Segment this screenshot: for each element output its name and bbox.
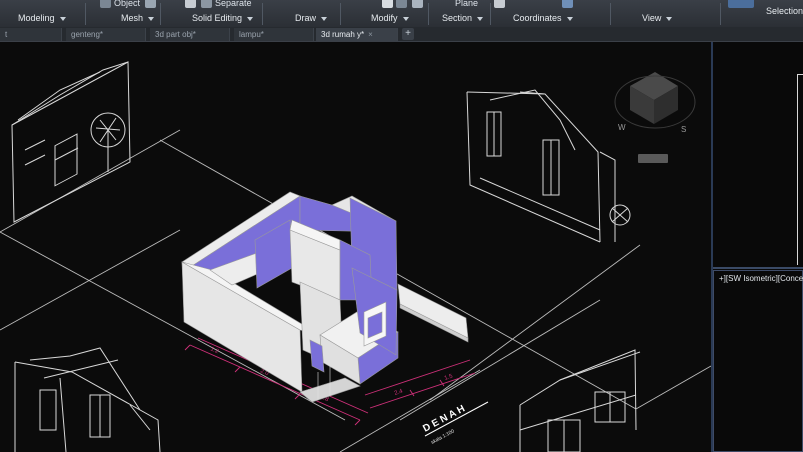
- tab-label: t: [5, 30, 8, 39]
- elevation-lower-left: [14, 347, 161, 452]
- draw-panel[interactable]: Draw: [295, 13, 327, 23]
- tab-genteng[interactable]: genteng*: [66, 28, 146, 41]
- ribbon-separator: [160, 3, 161, 25]
- copy-icon[interactable]: [382, 0, 393, 8]
- elevation-right: [466, 89, 631, 243]
- tab-label: 3d rumah y*: [321, 30, 365, 39]
- new-tab-button[interactable]: +: [402, 28, 414, 40]
- tab-label: lampu*: [239, 30, 264, 39]
- right-viewports: +][SW Isometric][Conce: [711, 42, 803, 452]
- extract-icon[interactable]: [185, 0, 196, 8]
- tab-t[interactable]: t: [0, 28, 62, 41]
- viewport-top-right[interactable]: [713, 42, 803, 269]
- viewport-label[interactable]: +][SW Isometric][Conce: [719, 274, 803, 283]
- ribbon: Object Separate Plane Modeling Mesh Soli…: [0, 0, 803, 28]
- close-tab-icon[interactable]: ×: [368, 30, 373, 39]
- viewcube-west-label: W: [618, 123, 626, 132]
- rotate-icon[interactable]: [396, 0, 407, 8]
- modify-panel[interactable]: Modify: [371, 13, 409, 23]
- model-edge: [797, 74, 803, 265]
- mirror-icon[interactable]: [412, 0, 423, 8]
- selection-icon[interactable]: [728, 0, 754, 8]
- svg-text:2.4: 2.4: [394, 388, 404, 396]
- plane-button[interactable]: Plane: [455, 0, 478, 8]
- viewport-sw-isometric[interactable]: +][SW Isometric][Conce: [713, 270, 803, 452]
- elevation-left: [11, 61, 131, 223]
- object-button[interactable]: Object: [114, 0, 140, 8]
- section-panel[interactable]: Section: [442, 13, 483, 23]
- ribbon-separator: [720, 3, 721, 25]
- view-panel[interactable]: View: [642, 13, 672, 23]
- mesh-panel[interactable]: Mesh: [121, 13, 154, 23]
- separate-button[interactable]: Separate: [215, 0, 252, 8]
- modeling-panel[interactable]: Modeling: [18, 13, 66, 23]
- visual-style-icon[interactable]: [562, 0, 573, 8]
- presspull-icon[interactable]: [145, 0, 156, 8]
- title-block: D E N A H skala 1:100: [421, 401, 489, 446]
- coordinates-panel[interactable]: Coordinates: [513, 13, 573, 23]
- ribbon-separator: [428, 3, 429, 25]
- object-icon[interactable]: [100, 0, 111, 8]
- viewcube-south-label: S: [681, 125, 686, 134]
- ribbon-separator: [340, 3, 341, 25]
- file-tab-bar: t genteng* 3d part obj* lampu* 3d rumah …: [0, 27, 803, 42]
- tab-3d-rumah[interactable]: 3d rumah y* ×: [316, 28, 398, 41]
- ribbon-separator: [85, 3, 86, 25]
- house-model: [181, 191, 469, 403]
- tab-lampu[interactable]: lampu*: [234, 28, 314, 41]
- ribbon-separator: [490, 3, 491, 25]
- wcs-menu-button: [638, 154, 668, 163]
- tab-label: genteng*: [71, 30, 104, 39]
- selection-panel[interactable]: Selection: [766, 6, 803, 16]
- ucs-icon[interactable]: [494, 0, 505, 8]
- tab-label: 3d part obj*: [155, 30, 196, 39]
- drawing-viewport[interactable]: 1.2 2.0 1.8 2.4 1.5 D E N A H skala 1:10…: [0, 42, 711, 452]
- viewcube[interactable]: W S: [614, 72, 696, 163]
- tab-3d-part-obj[interactable]: 3d part obj*: [150, 28, 230, 41]
- ribbon-separator: [262, 3, 263, 25]
- solid-editing-panel[interactable]: Solid Editing: [192, 13, 253, 23]
- separate-icon[interactable]: [201, 0, 212, 8]
- model-space: 1.2 2.0 1.8 2.4 1.5 D E N A H skala 1:10…: [0, 61, 711, 452]
- plan-title: D E N A H: [421, 403, 467, 434]
- ribbon-separator: [610, 3, 611, 25]
